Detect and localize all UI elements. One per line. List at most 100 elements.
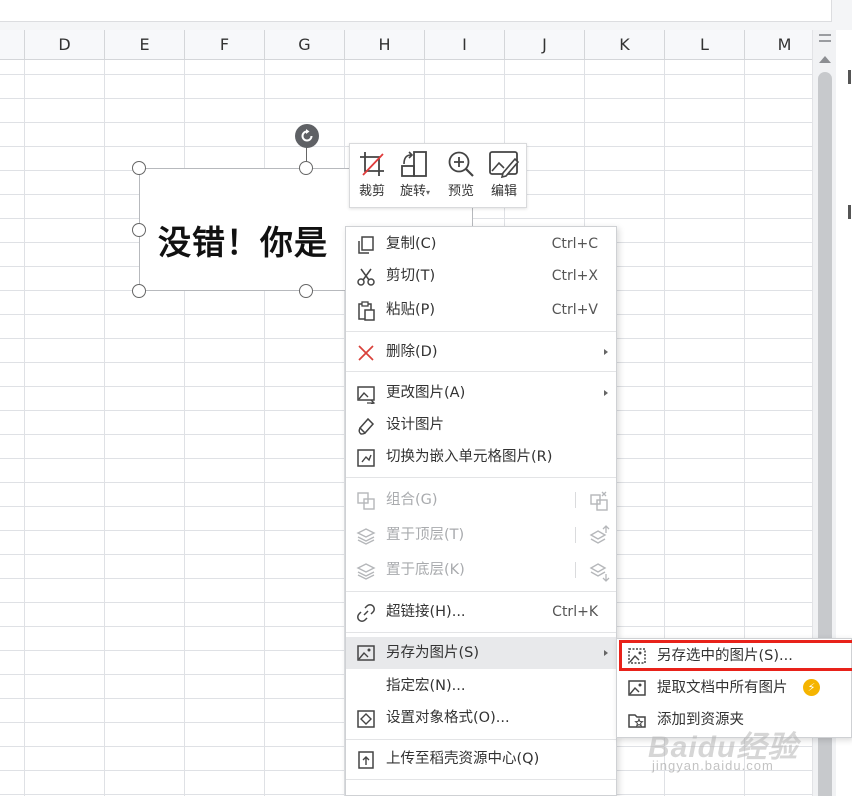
menu-item-label: 上传至稻壳资源中心(Q): [386, 751, 540, 767]
menu-item-cut[interactable]: 剪切(T) Ctrl+X: [346, 261, 616, 291]
picture-text: 没错！你是: [158, 223, 328, 262]
rotate-icon: [401, 151, 427, 177]
resize-handle-top-left[interactable]: [132, 161, 146, 175]
menu-item-format-object[interactable]: 设置对象格式(O)...: [346, 703, 616, 733]
shortcut-text: Ctrl+X: [551, 268, 598, 284]
crop-button[interactable]: 裁剪: [352, 147, 392, 205]
column-header-j[interactable]: J: [504, 30, 584, 60]
menu-item-label: 复制(C): [386, 236, 437, 252]
column-header-k[interactable]: K: [584, 30, 664, 60]
bring-forward-icon[interactable]: [588, 525, 610, 547]
clipboard-icon: [358, 301, 375, 321]
menu-item-label: 粘贴(P): [386, 302, 436, 318]
menu-item-paste[interactable]: 粘贴(P) Ctrl+V: [346, 295, 616, 325]
menu-item-label: 剪切(T): [386, 268, 436, 284]
menu-item-label: 置于顶层(T): [386, 527, 465, 543]
menu-item-label: 删除(D): [386, 344, 438, 360]
menu-item-design-picture[interactable]: 设计图片: [346, 410, 616, 440]
menu-vertical-divider: [575, 527, 576, 543]
picture-mini-toolbar: 裁剪 旋转▾ 预览 编辑: [349, 143, 527, 208]
menu-item-save-as-picture[interactable]: 另存为图片(S): [346, 637, 616, 669]
shortcut-text: Ctrl+C: [551, 236, 598, 252]
preview-label: 预览: [447, 184, 474, 199]
shortcut-text: Ctrl+K: [552, 604, 598, 620]
context-menu: 复制(C) Ctrl+C 剪切(T) Ctrl+X 粘贴(P) Ctrl+V 删…: [345, 226, 617, 796]
ungroup-icon[interactable]: [588, 490, 610, 512]
menu-item-label: 另存为图片(S): [386, 645, 480, 661]
resize-handle-left[interactable]: [132, 223, 146, 237]
submenu-item-add-to-folder[interactable]: 添加到资源夹: [617, 704, 852, 736]
menu-item-label: 超链接(H)...: [386, 604, 466, 620]
menu-item-hyperlink[interactable]: 超链接(H)... Ctrl+K: [346, 597, 616, 627]
menu-vertical-divider: [575, 562, 576, 578]
menu-divider: [346, 779, 616, 780]
shortcut-text: Ctrl+V: [551, 302, 598, 318]
delete-x-icon: [358, 345, 374, 361]
crop-icon: [360, 152, 384, 176]
send-back-icon: [356, 563, 376, 580]
submenu-arrow-icon: [604, 650, 608, 656]
edit-label: 编辑: [490, 184, 517, 199]
menu-divider: [346, 477, 616, 478]
menu-item-label: 切换为嵌入单元格图片(R): [386, 449, 553, 465]
menu-item-upload-resource[interactable]: 上传至稻壳资源中心(Q): [346, 744, 616, 774]
resize-handle-top[interactable]: [299, 161, 313, 175]
folder-star-icon: [628, 714, 646, 728]
submenu-arrow-icon: [604, 390, 608, 396]
menu-item-copy[interactable]: 复制(C) Ctrl+C: [346, 229, 616, 259]
column-header-i[interactable]: I: [424, 30, 504, 60]
menu-item-change-picture[interactable]: 更改图片(A): [346, 378, 616, 408]
column-header-d[interactable]: D: [24, 30, 104, 60]
premium-lightning-icon: ⚡: [803, 679, 820, 696]
column-header-f[interactable]: F: [184, 30, 264, 60]
menu-item-label: 置于底层(K): [386, 562, 465, 578]
column-header-h[interactable]: H: [344, 30, 424, 60]
menu-item-bring-to-front[interactable]: 置于顶层(T): [346, 520, 616, 550]
menu-item-assign-macro[interactable]: 指定宏(N)...: [346, 671, 616, 701]
submenu-item-label: 添加到资源夹: [657, 712, 744, 728]
edit-image-icon: [489, 151, 520, 179]
highlight-annotation-box: [619, 640, 852, 671]
rotate-label: 旋转▾: [399, 184, 431, 199]
menu-divider: [346, 739, 616, 740]
zoom-preview-icon: [448, 151, 474, 177]
resize-handle-bottom-left[interactable]: [132, 284, 146, 298]
rotate-handle-icon[interactable]: [295, 124, 319, 148]
menu-item-delete[interactable]: 删除(D): [346, 337, 616, 367]
menu-item-label: 指定宏(N)...: [386, 678, 466, 694]
menu-item-group[interactable]: 组合(G): [346, 485, 616, 515]
submenu-arrow-icon: [604, 349, 608, 355]
design-picture-icon: [358, 417, 375, 435]
submenu-item-extract-all[interactable]: 提取文档中所有图片 ⚡: [617, 672, 852, 704]
menu-item-embed-in-cell[interactable]: 切换为嵌入单元格图片(R): [346, 442, 616, 472]
column-header-l[interactable]: L: [664, 30, 744, 60]
split-grip-icon[interactable]: [819, 34, 831, 42]
column-header-e[interactable]: E: [104, 30, 184, 60]
change-picture-icon: [357, 386, 376, 404]
menu-vertical-divider: [575, 492, 576, 508]
side-panel-marker: [848, 205, 851, 219]
menu-item-label: 更改图片(A): [386, 385, 466, 401]
extract-pictures-icon: [628, 680, 646, 696]
send-backward-icon[interactable]: [588, 560, 610, 582]
column-header-g[interactable]: G: [264, 30, 344, 60]
menu-item-label: 组合(G): [386, 492, 438, 508]
menu-divider: [346, 371, 616, 372]
column-header-bar: D E F G H I J K L M: [0, 30, 812, 60]
edit-button[interactable]: 编辑: [484, 147, 524, 205]
rotate-button[interactable]: 旋转▾: [395, 147, 435, 205]
resize-handle-bottom[interactable]: [299, 284, 313, 298]
formula-bar-area: [0, 0, 852, 30]
menu-item-label: 设计图片: [386, 417, 444, 433]
menu-item-send-to-back[interactable]: 置于底层(K): [346, 555, 616, 585]
formula-input[interactable]: [0, 0, 832, 22]
group-icon: [357, 492, 375, 510]
scroll-up-arrow-icon[interactable]: [819, 56, 831, 63]
preview-button[interactable]: 预览: [441, 147, 481, 205]
menu-divider: [346, 331, 616, 332]
bring-front-icon: [356, 528, 376, 545]
submenu-item-label: 提取文档中所有图片: [657, 680, 788, 696]
rotate-handle-line: [306, 146, 307, 162]
crop-label: 裁剪: [358, 184, 385, 199]
side-panel-marker: [848, 70, 851, 84]
